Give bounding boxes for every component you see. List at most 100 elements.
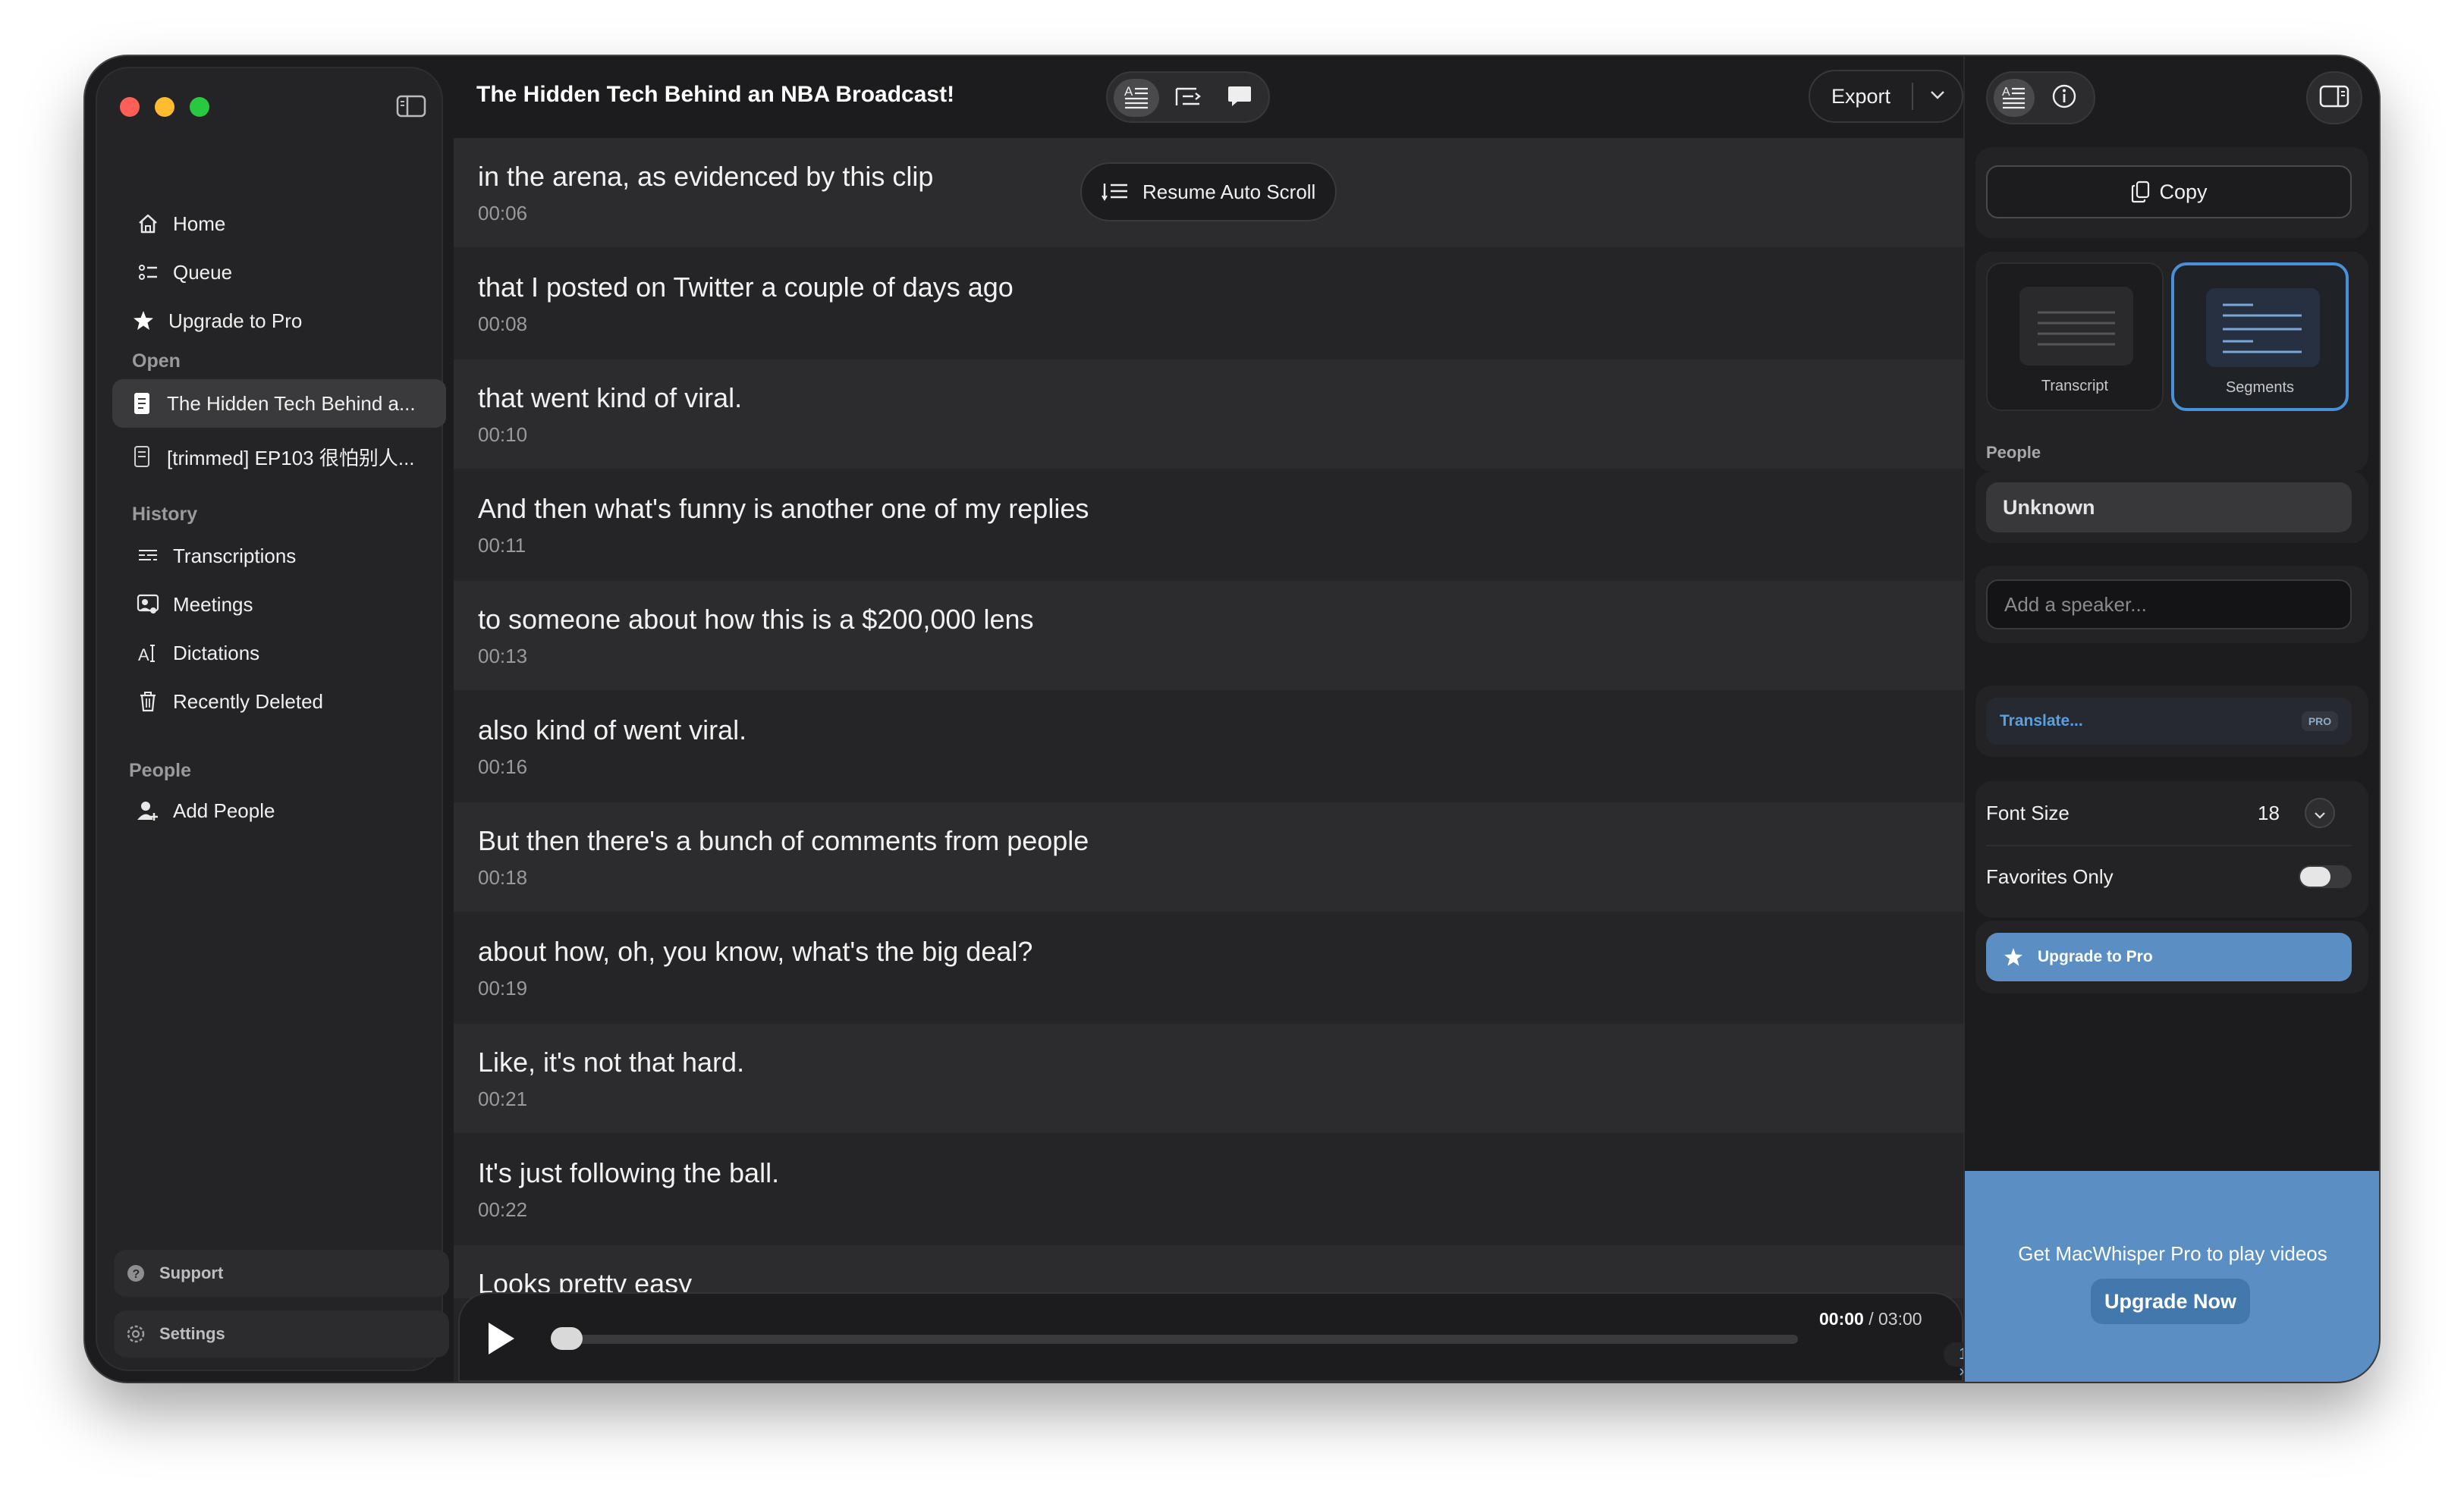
sidebar-item-queue[interactable]: Queue (118, 250, 442, 294)
transcript-mode-tile[interactable]: Transcript (1986, 262, 2164, 411)
segment-timestamp[interactable]: 00:16 (478, 755, 527, 779)
sidebar-item-home[interactable]: Home (118, 202, 442, 246)
sidebar-item-dictations[interactable]: A Dictations (118, 631, 442, 675)
section-history-label: History (132, 504, 198, 525)
segment-timestamp[interactable]: 00:13 (478, 645, 527, 668)
copy-icon (2130, 180, 2151, 204)
toggle-inspector-button[interactable] (2306, 71, 2362, 124)
segment-row[interactable]: Like, it's not that hard. 00:21 (454, 1024, 1963, 1133)
export-button[interactable]: Export (1810, 85, 1912, 108)
support-label: Support (159, 1263, 224, 1282)
sidebar-item-label: Upgrade to Pro (168, 309, 303, 332)
play-button[interactable] (484, 1320, 517, 1357)
time-readout: 00:00 / 03:00 (1819, 1309, 1922, 1329)
export-control: Export (1809, 70, 1963, 123)
add-speaker-input[interactable] (1986, 579, 2352, 629)
view-mode-segmented-control: A (1106, 71, 1270, 123)
segment-text: But then there's a bunch of comments fro… (478, 825, 1089, 856)
segment-row[interactable]: But then there's a bunch of comments fro… (454, 802, 1963, 912)
segment-timestamp[interactable]: 00:11 (478, 534, 526, 557)
star-icon (130, 308, 156, 334)
segment-list[interactable]: in the arena, as evidenced by this clip … (454, 138, 1963, 1298)
translate-label: Translate... (2000, 712, 2083, 730)
sidebar-item-label: Transcriptions (173, 544, 297, 567)
resume-auto-scroll-button[interactable]: Resume Auto Scroll (1080, 162, 1337, 221)
indent-list-icon (1174, 83, 1202, 114)
support-button[interactable]: ? Support (114, 1250, 449, 1297)
playback-scrubber[interactable] (554, 1335, 1798, 1344)
favorites-only-toggle[interactable] (2299, 865, 2352, 888)
people-heading: People (1986, 443, 2041, 462)
toolbar: The Hidden Tech Behind an NBA Broadcast!… (454, 56, 2029, 138)
segments-view-button[interactable] (1165, 79, 1211, 117)
sidebar-item-open-doc-2[interactable]: [trimmed] EP103 很怕别人... (112, 432, 446, 481)
segment-row[interactable]: It's just following the ball. 00:22 (454, 1135, 1963, 1244)
add-person-icon (135, 798, 161, 824)
chevron-down-icon (1929, 89, 1946, 104)
export-menu-button[interactable] (1913, 89, 1962, 104)
segment-text: that went kind of viral. (478, 382, 743, 413)
close-window-button[interactable] (120, 97, 140, 117)
sidebar-item-label: Meetings (173, 592, 253, 616)
upgrade-to-pro-button[interactable]: Upgrade to Pro (1986, 933, 2352, 981)
segment-text: to someone about how this is a $200,000 … (478, 604, 1034, 635)
segment-row[interactable]: And then what's funny is another one of … (454, 470, 1963, 579)
promo-banner: Get MacWhisper Pro to play videos Upgrad… (1965, 1171, 2379, 1382)
segment-row[interactable]: Looks pretty easy (454, 1245, 1963, 1298)
segments-mode-tile[interactable]: Segments (2171, 262, 2349, 411)
segment-timestamp[interactable]: 00:08 (478, 312, 527, 336)
segment-row[interactable]: that went kind of viral. 00:10 (454, 359, 1963, 469)
meetings-icon (135, 592, 161, 617)
sidebar-item-recently-deleted[interactable]: Recently Deleted (118, 680, 442, 723)
toggle-knob (2300, 867, 2330, 887)
segment-timestamp[interactable]: 00:19 (478, 977, 527, 1000)
sidebar-toggle-icon[interactable] (396, 94, 426, 118)
sidebar-item-label: The Hidden Tech Behind a... (167, 391, 416, 415)
zoom-window-button[interactable] (190, 97, 209, 117)
svg-text:?: ? (133, 1268, 140, 1281)
font-size-stepper[interactable] (2305, 798, 2335, 828)
section-open-label: Open (132, 350, 181, 372)
sidebar-item-transcriptions[interactable]: Transcriptions (118, 534, 442, 578)
inspector-info-button[interactable] (2044, 79, 2085, 117)
segment-timestamp[interactable]: 00:18 (478, 866, 527, 890)
question-icon: ? (126, 1263, 146, 1283)
segment-text: It's just following the ball. (478, 1157, 780, 1188)
segment-row[interactable]: also kind of went viral. 00:16 (454, 692, 1963, 801)
sidebar-item-add-people[interactable]: Add People (118, 789, 442, 833)
minimize-window-button[interactable] (155, 97, 174, 117)
sidebar-item-meetings[interactable]: Meetings (118, 582, 442, 626)
comments-view-button[interactable] (1217, 79, 1262, 117)
font-size-row: Font Size 18 (1986, 783, 2352, 843)
transcript-view-button[interactable]: A (1114, 79, 1159, 117)
segment-timestamp[interactable]: 00:21 (478, 1088, 527, 1111)
copy-button[interactable]: Copy (1986, 165, 2352, 218)
segment-timestamp[interactable]: 00:06 (478, 202, 527, 225)
sidebar-item-upgrade[interactable]: Upgrade to Pro (118, 299, 442, 343)
sidebar-item-label: Add People (173, 799, 275, 822)
speaker-item[interactable]: Unknown (1986, 482, 2352, 532)
upgrade-now-button[interactable]: Upgrade Now (2091, 1279, 2250, 1324)
inspector-format-button[interactable]: A (1994, 79, 2035, 117)
sidebar-item-open-doc-1[interactable]: The Hidden Tech Behind a... (112, 379, 446, 428)
playback-scrubber-knob[interactable] (551, 1327, 583, 1350)
segment-timestamp[interactable]: 00:22 (478, 1198, 527, 1222)
text-format-icon: A (2000, 83, 2028, 113)
segment-row[interactable]: that I posted on Twitter a couple of day… (454, 249, 1963, 358)
settings-button[interactable]: Settings (114, 1310, 449, 1357)
segment-row[interactable]: to someone about how this is a $200,000 … (454, 581, 1963, 690)
svg-text:A: A (1124, 84, 1133, 99)
section-people-label: People (129, 760, 191, 781)
duration: 03:00 (1878, 1309, 1922, 1329)
translate-button[interactable]: Translate... PRO (1986, 698, 2352, 745)
home-icon (135, 211, 161, 237)
svg-text:A: A (2002, 86, 2010, 99)
list-scroll-icon (1102, 180, 1129, 203)
promo-text: Get MacWhisper Pro to play videos (2018, 1242, 2327, 1265)
segments-mode-label: Segments (2225, 379, 2295, 396)
segment-timestamp[interactable]: 00:10 (478, 423, 527, 447)
document-icon (129, 391, 155, 416)
gear-icon (126, 1324, 146, 1344)
sidebar-item-label: Recently Deleted (173, 689, 323, 713)
segment-row[interactable]: about how, oh, you know, what's the big … (454, 913, 1963, 1022)
